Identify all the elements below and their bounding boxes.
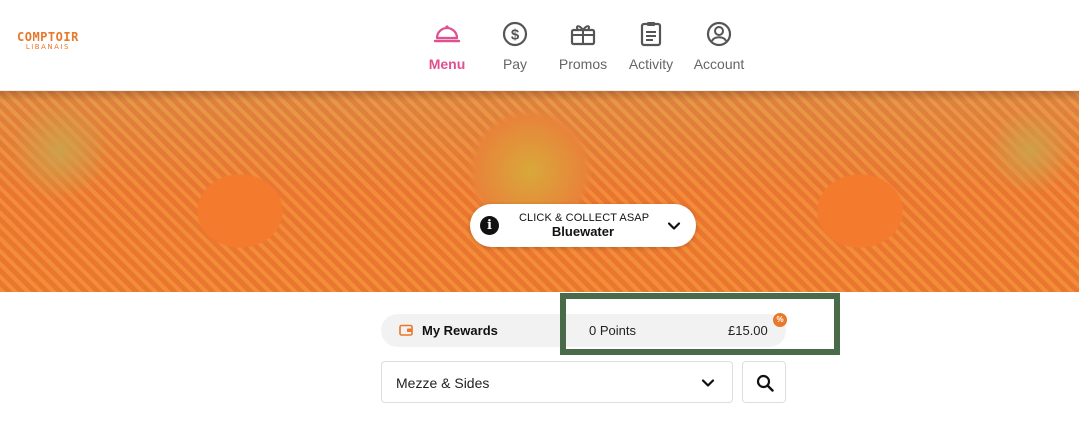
- rewards-balance: £15.00: [728, 323, 768, 338]
- category-select[interactable]: Mezze & Sides: [381, 361, 733, 403]
- nav-item-activity[interactable]: Activity: [621, 20, 681, 72]
- chevron-down-icon: [667, 222, 681, 230]
- cloche-icon: [433, 25, 461, 43]
- search-button[interactable]: [742, 361, 786, 403]
- banner-shadow: [0, 91, 1079, 101]
- order-mode: CLICK & COLLECT ASAP: [519, 212, 650, 224]
- store-name: Bluewater: [551, 224, 615, 239]
- nav-label-pay: Pay: [502, 56, 528, 72]
- category-selected-value: Mezze & Sides: [396, 375, 490, 391]
- nav-item-account[interactable]: Account: [689, 20, 749, 72]
- clipboard-icon: [640, 22, 662, 47]
- points-value: 0 Points: [589, 323, 636, 338]
- rewards-bar[interactable]: My Rewards 0 Points £15.00 %: [381, 313, 787, 347]
- user-circle-icon: [706, 21, 732, 47]
- gift-icon: [570, 25, 596, 46]
- svg-text:$: $: [511, 27, 520, 44]
- hero-banner: [0, 91, 1079, 292]
- nav-item-promos[interactable]: Promos: [553, 20, 613, 72]
- order-location-selector[interactable]: i CLICK & COLLECT ASAP Bluewater: [470, 204, 696, 247]
- chevron-down-icon: [701, 379, 715, 387]
- nav-item-pay[interactable]: $ Pay: [485, 20, 545, 72]
- nav-label-menu: Menu: [428, 56, 466, 72]
- rewards-label: My Rewards: [422, 323, 498, 338]
- nav-label-account: Account: [693, 56, 745, 72]
- discount-badge: %: [773, 313, 787, 327]
- nav-item-menu[interactable]: Menu: [417, 20, 477, 72]
- app-header: COMPTOIR LIBANAIS Menu $ Pay Promos Acti…: [0, 0, 1079, 91]
- search-icon: [756, 374, 774, 392]
- nav-label-activity: Activity: [628, 56, 674, 72]
- info-icon[interactable]: i: [480, 216, 499, 235]
- wallet-icon: [399, 324, 413, 336]
- dollar-circle-icon: $: [502, 21, 528, 47]
- main-nav: Menu $ Pay Promos Activity Account: [0, 20, 1079, 80]
- nav-label-promos: Promos: [558, 56, 608, 72]
